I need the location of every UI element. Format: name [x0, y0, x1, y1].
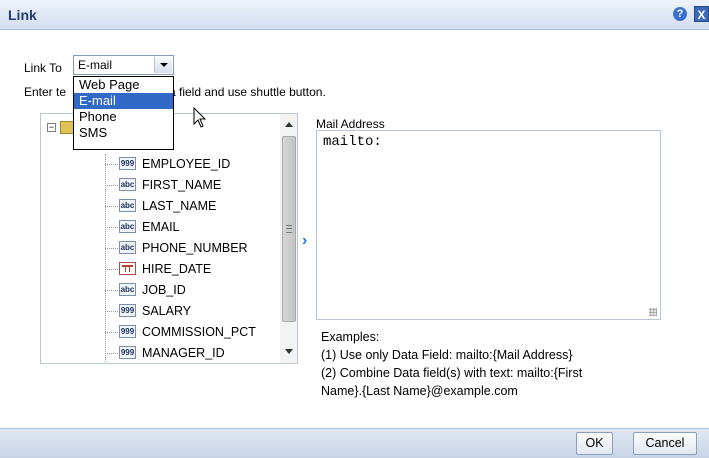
tree-item-label: JOB_ID [142, 283, 186, 297]
number-type-icon: 999 [119, 325, 136, 338]
mail-address-field[interactable]: mailto: [316, 130, 661, 320]
tree-item-label: EMPLOYEE_ID [142, 157, 231, 171]
collapse-toggle-icon[interactable]: − [47, 123, 56, 132]
tree-item-label: FIRST_NAME [142, 178, 222, 192]
dialog-title-bar: Link ? X [0, 0, 709, 30]
tree-scrollbar[interactable] [280, 114, 297, 363]
scroll-down-icon[interactable] [285, 349, 293, 354]
date-type-icon [119, 262, 136, 275]
close-icon[interactable]: X [694, 6, 709, 22]
option-sms[interactable]: SMS [74, 125, 173, 141]
data-field-tree: − 999 EMPLOYEE_ID abc FIRST_NAME abc LAS… [40, 113, 298, 364]
link-to-label: Link To [24, 61, 62, 75]
example-line: (2) Combine Data field(s) with text: mai… [321, 366, 583, 380]
mouse-cursor-icon [193, 107, 207, 128]
shuttle-arrow-icon[interactable]: › [302, 233, 314, 249]
dialog-title: Link [8, 7, 37, 23]
example-line: (1) Use only Data Field: mailto:{Mail Ad… [321, 348, 573, 362]
number-type-icon: 999 [119, 157, 136, 170]
link-to-dropdown-list: Web Page E-mail Phone SMS [73, 76, 174, 150]
example-line: Name}.{Last Name}@example.com [321, 384, 518, 398]
help-icon[interactable]: ? [673, 7, 687, 21]
examples-heading: Examples: [321, 330, 380, 344]
dialog-footer: OK Cancel [0, 428, 709, 458]
text-type-icon: abc [119, 178, 136, 191]
text-type-icon: abc [119, 283, 136, 296]
link-to-select[interactable]: E-mail [73, 55, 174, 75]
mail-address-label: Mail Address [316, 117, 385, 131]
tree-item-label: COMMISSION_PCT [142, 325, 256, 339]
number-type-icon: 999 [119, 346, 136, 359]
tree-item-label: HIRE_DATE [142, 262, 212, 276]
text-type-icon: abc [119, 241, 136, 254]
resize-grip-icon[interactable] [649, 308, 657, 316]
scroll-up-icon[interactable] [285, 122, 293, 127]
tree-item-label: MANAGER_ID [142, 346, 225, 360]
number-type-icon: 999 [119, 304, 136, 317]
instructions-text-start: Enter te [24, 85, 67, 99]
tree-item-label: SALARY [142, 304, 192, 318]
tree-item-label: PHONE_NUMBER [142, 241, 248, 255]
link-to-selected-value: E-mail [78, 58, 113, 72]
ok-button[interactable]: OK [576, 432, 613, 455]
text-type-icon: abc [119, 199, 136, 212]
scroll-thumb[interactable] [282, 136, 296, 322]
option-web-page[interactable]: Web Page [74, 77, 173, 93]
option-phone[interactable]: Phone [74, 109, 173, 125]
chevron-down-icon[interactable] [154, 57, 172, 73]
tree-item-label: LAST_NAME [142, 199, 217, 213]
instructions-text-end: a field and use shuttle button. [169, 85, 326, 99]
tree-item-label: EMAIL [142, 220, 180, 234]
examples-help: Examples: (1) Use only Data Field: mailt… [321, 328, 582, 400]
cancel-button[interactable]: Cancel [633, 432, 697, 455]
option-email[interactable]: E-mail [74, 93, 173, 109]
text-type-icon: abc [119, 220, 136, 233]
